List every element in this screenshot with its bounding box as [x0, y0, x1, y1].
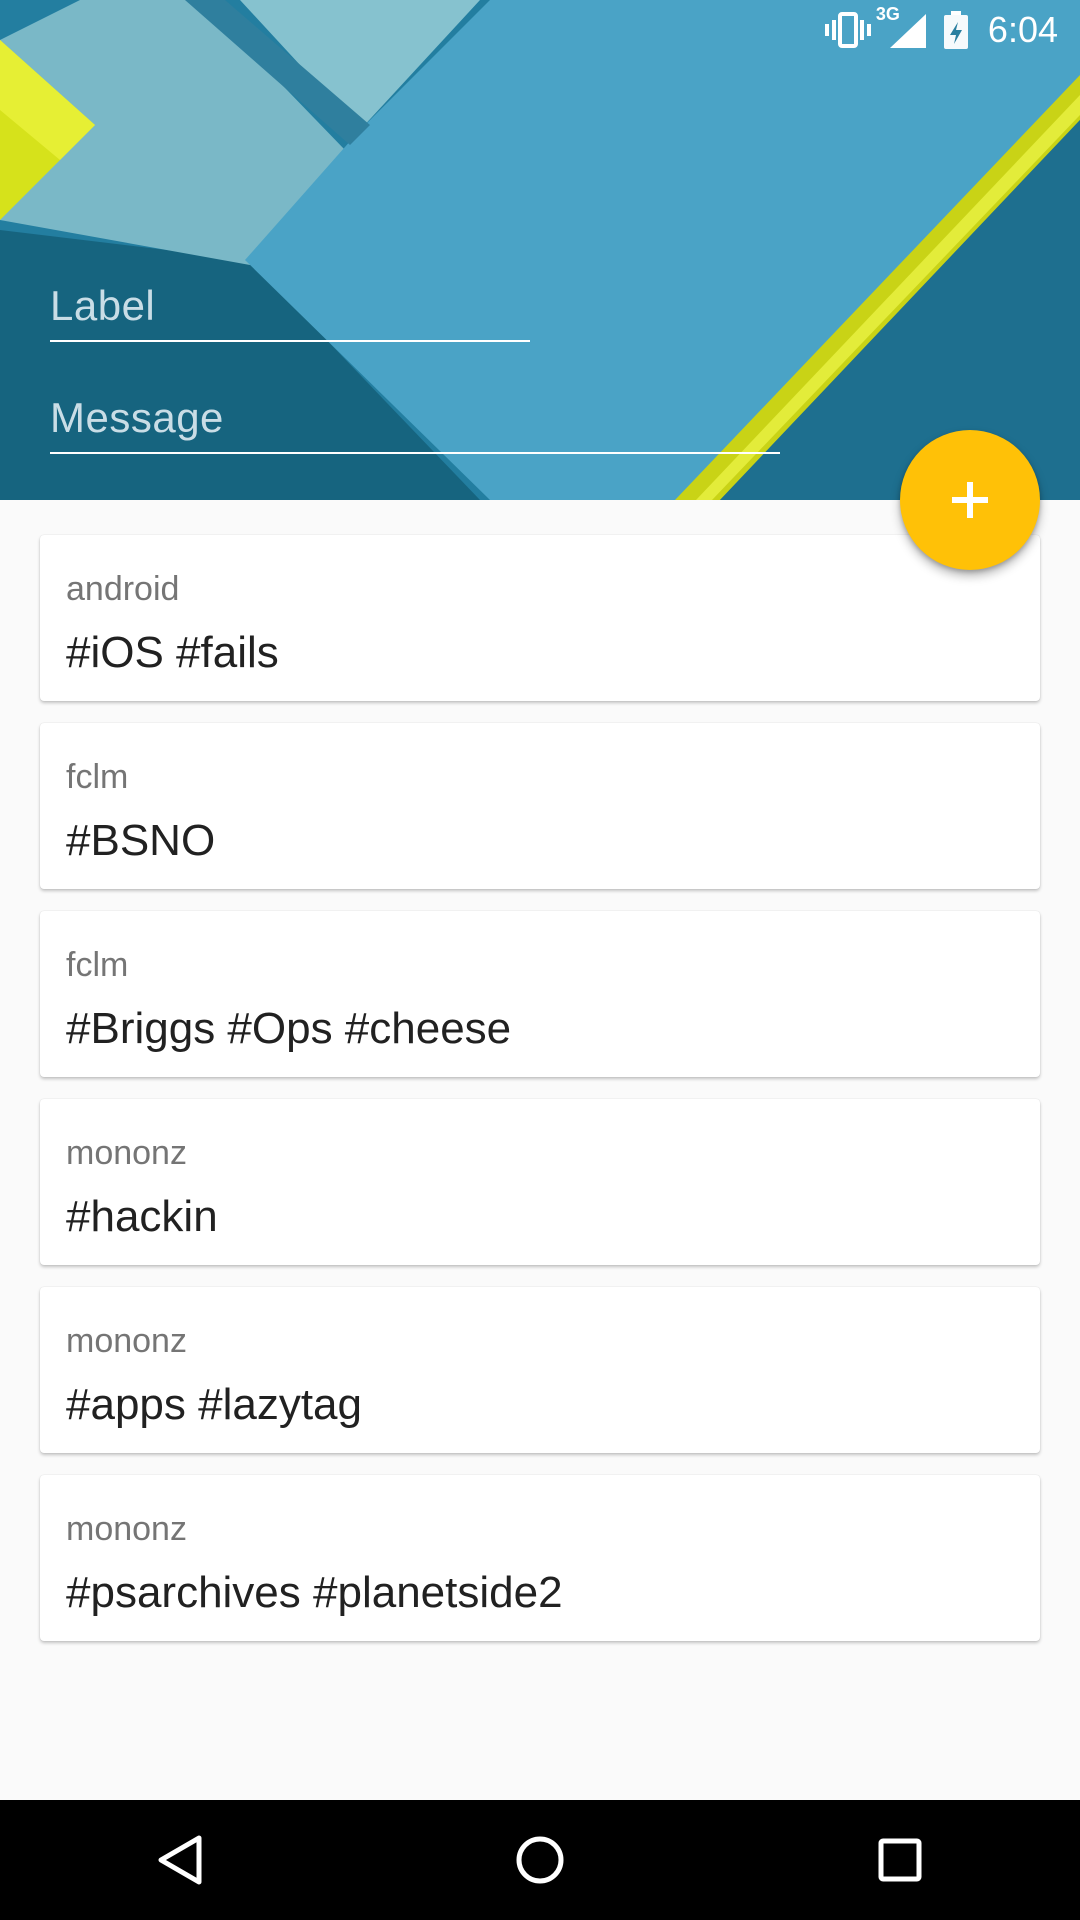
recents-button[interactable] — [840, 1800, 960, 1920]
signal-3g-icon: 3G — [876, 4, 930, 50]
card-user: android — [66, 570, 180, 608]
plus-icon — [952, 482, 988, 518]
card-user: mononz — [66, 1510, 187, 1548]
card-user: mononz — [66, 1134, 187, 1172]
header-banner: 3G 6:04 Label Message — [0, 0, 1080, 500]
network-type-label: 3G — [875, 4, 900, 24]
message-field[interactable]: Message — [50, 394, 780, 454]
message-underline — [50, 452, 780, 454]
list-item[interactable]: fclm #BSNO — [40, 723, 1040, 889]
status-bar: 3G 6:04 — [824, 0, 1080, 60]
list-item[interactable]: mononz #psarchives #planetside2 — [40, 1475, 1040, 1641]
back-button[interactable] — [120, 1800, 240, 1920]
list-item[interactable]: fclm #Briggs #Ops #cheese — [40, 911, 1040, 1077]
label-underline — [50, 340, 530, 342]
recents-square-icon — [878, 1838, 922, 1882]
list-item[interactable]: mononz #apps #lazytag — [40, 1287, 1040, 1453]
system-nav-bar — [0, 1800, 1080, 1920]
home-button[interactable] — [480, 1800, 600, 1920]
card-message: #hackin — [66, 1192, 218, 1241]
card-message: #psarchives #planetside2 — [66, 1568, 563, 1617]
message-list: android #iOS #fails fclm #BSNO fclm #Bri… — [40, 535, 1040, 1663]
home-circle-icon — [516, 1836, 564, 1884]
card-message: #Briggs #Ops #cheese — [66, 1004, 512, 1053]
card-user: mononz — [66, 1322, 187, 1360]
list-item[interactable]: mononz #hackin — [40, 1099, 1040, 1265]
message-placeholder: Message — [50, 394, 224, 441]
status-time: 6:04 — [987, 9, 1058, 50]
card-message: #apps #lazytag — [66, 1380, 362, 1429]
card-message: #iOS #fails — [66, 628, 279, 677]
battery-charging-icon — [942, 10, 970, 50]
back-triangle-icon — [158, 1835, 202, 1885]
add-button[interactable] — [900, 430, 1040, 570]
card-message: #BSNO — [66, 816, 216, 865]
card-user: fclm — [66, 758, 129, 796]
label-placeholder: Label — [50, 282, 156, 329]
vibrate-icon — [824, 10, 872, 50]
list-item[interactable]: android #iOS #fails — [40, 535, 1040, 701]
label-field[interactable]: Label — [50, 282, 530, 342]
card-user: fclm — [66, 946, 129, 984]
